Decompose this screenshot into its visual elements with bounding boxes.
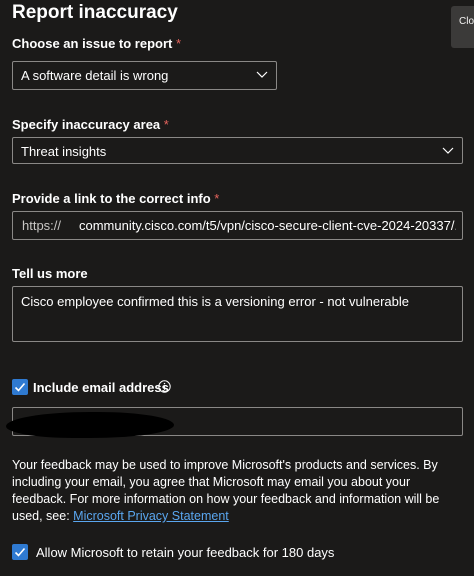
include-email-checkbox[interactable] [12, 379, 28, 395]
issue-label-text: Choose an issue to report [12, 36, 173, 51]
report-inaccuracy-panel: Report inaccuracy Clo Choose an issue to… [0, 0, 474, 576]
link-label-text: Provide a link to the correct info [12, 191, 211, 206]
chevron-down-icon [442, 147, 454, 154]
close-tab[interactable]: Clo [451, 6, 474, 48]
privacy-statement-link[interactable]: Microsoft Privacy Statement [73, 509, 229, 523]
issue-required-mark: * [176, 36, 182, 51]
area-dropdown[interactable]: Threat insights [12, 137, 463, 164]
area-required-mark: * [163, 117, 169, 132]
link-input-value: community.cisco.com/t5/vpn/cisco-secure-… [79, 218, 456, 233]
area-label: Specify inaccuracy area * [12, 117, 169, 132]
issue-label: Choose an issue to report * [12, 36, 181, 51]
checkmark-icon [14, 382, 26, 392]
retain-feedback-checkbox[interactable] [12, 544, 28, 560]
include-email-label: Include email address [33, 380, 169, 395]
issue-selected-value: A software detail is wrong [21, 68, 169, 83]
area-label-text: Specify inaccuracy area [12, 117, 161, 132]
chevron-down-icon [256, 71, 268, 78]
issue-dropdown[interactable]: A software detail is wrong [12, 61, 277, 90]
area-selected-value: Threat insights [21, 144, 107, 159]
tell-more-textarea[interactable]: Cisco employee confirmed this is a versi… [12, 286, 463, 342]
link-required-mark: * [214, 191, 220, 206]
tell-more-label: Tell us more [12, 266, 88, 281]
feedback-disclaimer: Your feedback may be used to improve Mic… [12, 457, 464, 525]
tell-more-value: Cisco employee confirmed this is a versi… [21, 294, 410, 309]
info-icon[interactable] [158, 380, 171, 393]
link-label: Provide a link to the correct info * [12, 191, 219, 206]
retain-feedback-label: Allow Microsoft to retain your feedback … [36, 545, 335, 560]
checkmark-icon [14, 547, 26, 557]
link-input[interactable]: https:// community.cisco.com/t5/vpn/cisc… [12, 211, 463, 240]
url-prefix: https:// [22, 218, 62, 233]
panel-title: Report inaccuracy [12, 2, 178, 23]
redaction-mark [6, 412, 174, 438]
